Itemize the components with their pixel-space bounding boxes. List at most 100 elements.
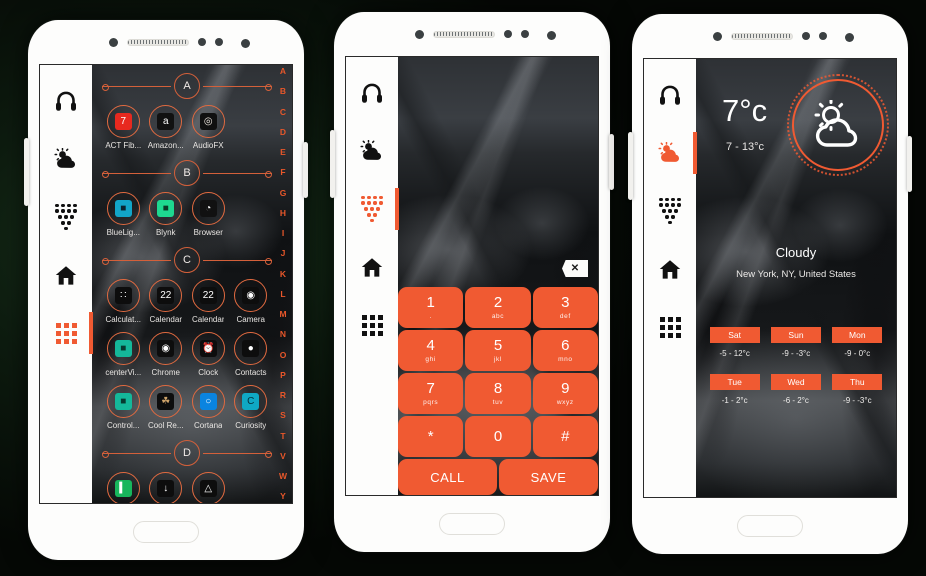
phone1-nav-rail <box>40 65 93 503</box>
app-item[interactable]: ■ Blynk <box>145 190 188 243</box>
app-item[interactable]: ◔ Browser <box>187 190 230 243</box>
rail-item-apps[interactable] <box>644 303 696 351</box>
alpha-index-letter[interactable]: A <box>280 67 286 76</box>
alpha-index-letter[interactable]: J <box>281 249 286 258</box>
app-drawer-list[interactable]: A 7 ACT Fib... a Amazon... ◎ AudioFX B ■ BlueLig.… <box>92 65 292 503</box>
alpha-index-letter[interactable]: W <box>279 472 287 481</box>
app-item[interactable]: ○ Cortana <box>187 383 230 436</box>
forecast-day-label: Mon <box>832 327 883 343</box>
hardware-home-button[interactable] <box>133 521 199 543</box>
dialpad-key-4[interactable]: 4 ghi <box>398 330 464 371</box>
app-item[interactable]: ◎ AudioFX <box>187 103 230 156</box>
app-item[interactable]: ⏰ Clock <box>187 330 230 383</box>
alpha-index-letter[interactable]: V <box>280 452 286 461</box>
alpha-index-letter[interactable]: O <box>280 350 287 360</box>
alpha-index-letter[interactable]: R <box>280 391 286 400</box>
forecast-day-item[interactable]: Sat -5 - 12°c <box>704 327 765 358</box>
app-item[interactable]: ■ centerVi... <box>102 330 145 383</box>
call-button-label: CALL <box>430 469 465 485</box>
volume-button[interactable] <box>628 132 633 200</box>
app-item[interactable]: ☘ Cool Re... <box>145 383 188 436</box>
alpha-index-letter[interactable]: T <box>280 431 285 441</box>
rail-item-weather[interactable] <box>346 127 398 175</box>
alpha-index-letter[interactable]: N <box>280 330 286 339</box>
alpha-index-letter[interactable]: L <box>280 290 285 299</box>
alpha-index-letter[interactable]: D <box>280 128 286 137</box>
dialpad-key-6[interactable]: 6 mno <box>532 330 598 371</box>
rail-item-home[interactable] <box>644 245 696 293</box>
rail-item-apps[interactable] <box>40 309 93 357</box>
app-item[interactable]: ■ Control... <box>102 383 145 436</box>
app-item[interactable]: 7 ACT Fib... <box>102 103 145 156</box>
hardware-home-button[interactable] <box>439 513 505 535</box>
power-button[interactable] <box>907 136 912 192</box>
alpha-index-letter[interactable]: H <box>280 209 286 218</box>
clear-icon[interactable]: ✕ <box>562 260 588 277</box>
rail-item-dialpad[interactable] <box>644 187 696 235</box>
app-item[interactable]: ↓Downlo... <box>145 470 188 503</box>
alpha-index-letter[interactable]: B <box>280 87 286 96</box>
save-button[interactable]: SAVE <box>499 459 598 495</box>
alpha-index-letter[interactable]: C <box>280 107 286 117</box>
rail-item-dialpad[interactable] <box>346 185 399 233</box>
dialpad-key-2[interactable]: 2 abc <box>465 287 531 328</box>
app-item[interactable]: ● Contacts <box>230 330 273 383</box>
volume-button[interactable] <box>24 138 29 206</box>
alpha-index-letter[interactable]: S <box>280 411 286 420</box>
alpha-index-letter[interactable]: Y <box>280 492 286 501</box>
phone2-nav-rail <box>346 57 399 495</box>
rail-item-home[interactable] <box>346 243 398 291</box>
forecast-day-item[interactable]: Tue -1 - 2°c <box>704 374 765 405</box>
app-item[interactable]: 22 Calendar <box>187 277 230 330</box>
rail-item-weather[interactable] <box>40 135 92 183</box>
forecast-day-item[interactable]: Thu -9 - -3°c <box>827 374 888 405</box>
screenshot-stage: APPS A 7 ACT Fib... a Amazon... ◎ AudioFX B ■ Blu… <box>0 0 926 576</box>
alpha-index-letter[interactable]: G <box>280 188 287 198</box>
rail-item-apps[interactable] <box>346 301 398 349</box>
app-item[interactable]: △Drive <box>187 470 230 503</box>
apps-grid-icon <box>55 322 77 344</box>
rail-item-dialpad[interactable] <box>40 193 92 241</box>
call-button[interactable]: CALL <box>398 459 497 495</box>
dialpad-key-3[interactable]: 3 def <box>532 287 598 328</box>
alpha-index-letter[interactable]: K <box>280 269 286 279</box>
alpha-index-letter[interactable]: E <box>280 148 286 157</box>
dialpad-keys[interactable]: 1. 2 abc 3 def 4 ghi 5 jkl 6 mno 7 pqrs 8 tuv 9 wxyz * 0 # <box>398 287 598 459</box>
rail-item-weather[interactable] <box>644 129 697 177</box>
app-item[interactable]: C Curiosity <box>230 383 273 436</box>
dialpad-key-8[interactable]: 8 tuv <box>465 373 531 414</box>
alpha-index-letter[interactable]: M <box>279 310 286 319</box>
dial-number-display[interactable]: ✕ <box>398 57 598 287</box>
app-icon: ■ <box>157 200 175 217</box>
alpha-index-letter[interactable]: I <box>282 229 284 238</box>
rail-item-music[interactable] <box>40 77 92 125</box>
dialpad-key-0[interactable]: 0 <box>465 416 531 457</box>
hardware-home-button[interactable] <box>737 515 803 537</box>
rail-item-home[interactable] <box>40 251 92 299</box>
app-item[interactable]: a Amazon... <box>145 103 188 156</box>
app-item[interactable]: ∷ Calculat... <box>102 277 145 330</box>
dialpad-key-7[interactable]: 7 pqrs <box>398 373 464 414</box>
alpha-index-letter[interactable]: P <box>280 371 286 380</box>
dialpad-key-hash[interactable]: # <box>532 416 598 457</box>
app-item[interactable]: ■ BlueLig... <box>102 190 145 243</box>
app-item[interactable]: ◉ Camera <box>230 277 273 330</box>
dialpad-key-1[interactable]: 1. <box>398 287 464 328</box>
app-label: ACT Fib... <box>105 141 142 150</box>
forecast-day-item[interactable]: Sun -9 - -3°c <box>765 327 826 358</box>
app-item[interactable]: ▍Device I... <box>102 470 145 503</box>
rail-item-music[interactable] <box>644 71 696 119</box>
dialpad-key-5[interactable]: 5 jkl <box>465 330 531 371</box>
app-item[interactable]: ◉ Chrome <box>145 330 188 383</box>
forecast-day-item[interactable]: Wed -6 - 2°c <box>765 374 826 405</box>
power-button[interactable] <box>609 134 614 190</box>
dialpad-key-star[interactable]: * <box>398 416 464 457</box>
rail-item-music[interactable] <box>346 69 398 117</box>
power-button[interactable] <box>303 142 308 198</box>
volume-button[interactable] <box>330 130 335 198</box>
dialpad-key-9[interactable]: 9 wxyz <box>532 373 598 414</box>
forecast-day-item[interactable]: Mon -9 - 0°c <box>827 327 888 358</box>
alphabet-scrub-index[interactable]: A B C D E F G H I J K L M N O P R S T V W Y <box>275 67 291 501</box>
alpha-index-letter[interactable]: F <box>280 168 285 177</box>
app-item[interactable]: 22 Calendar <box>145 277 188 330</box>
